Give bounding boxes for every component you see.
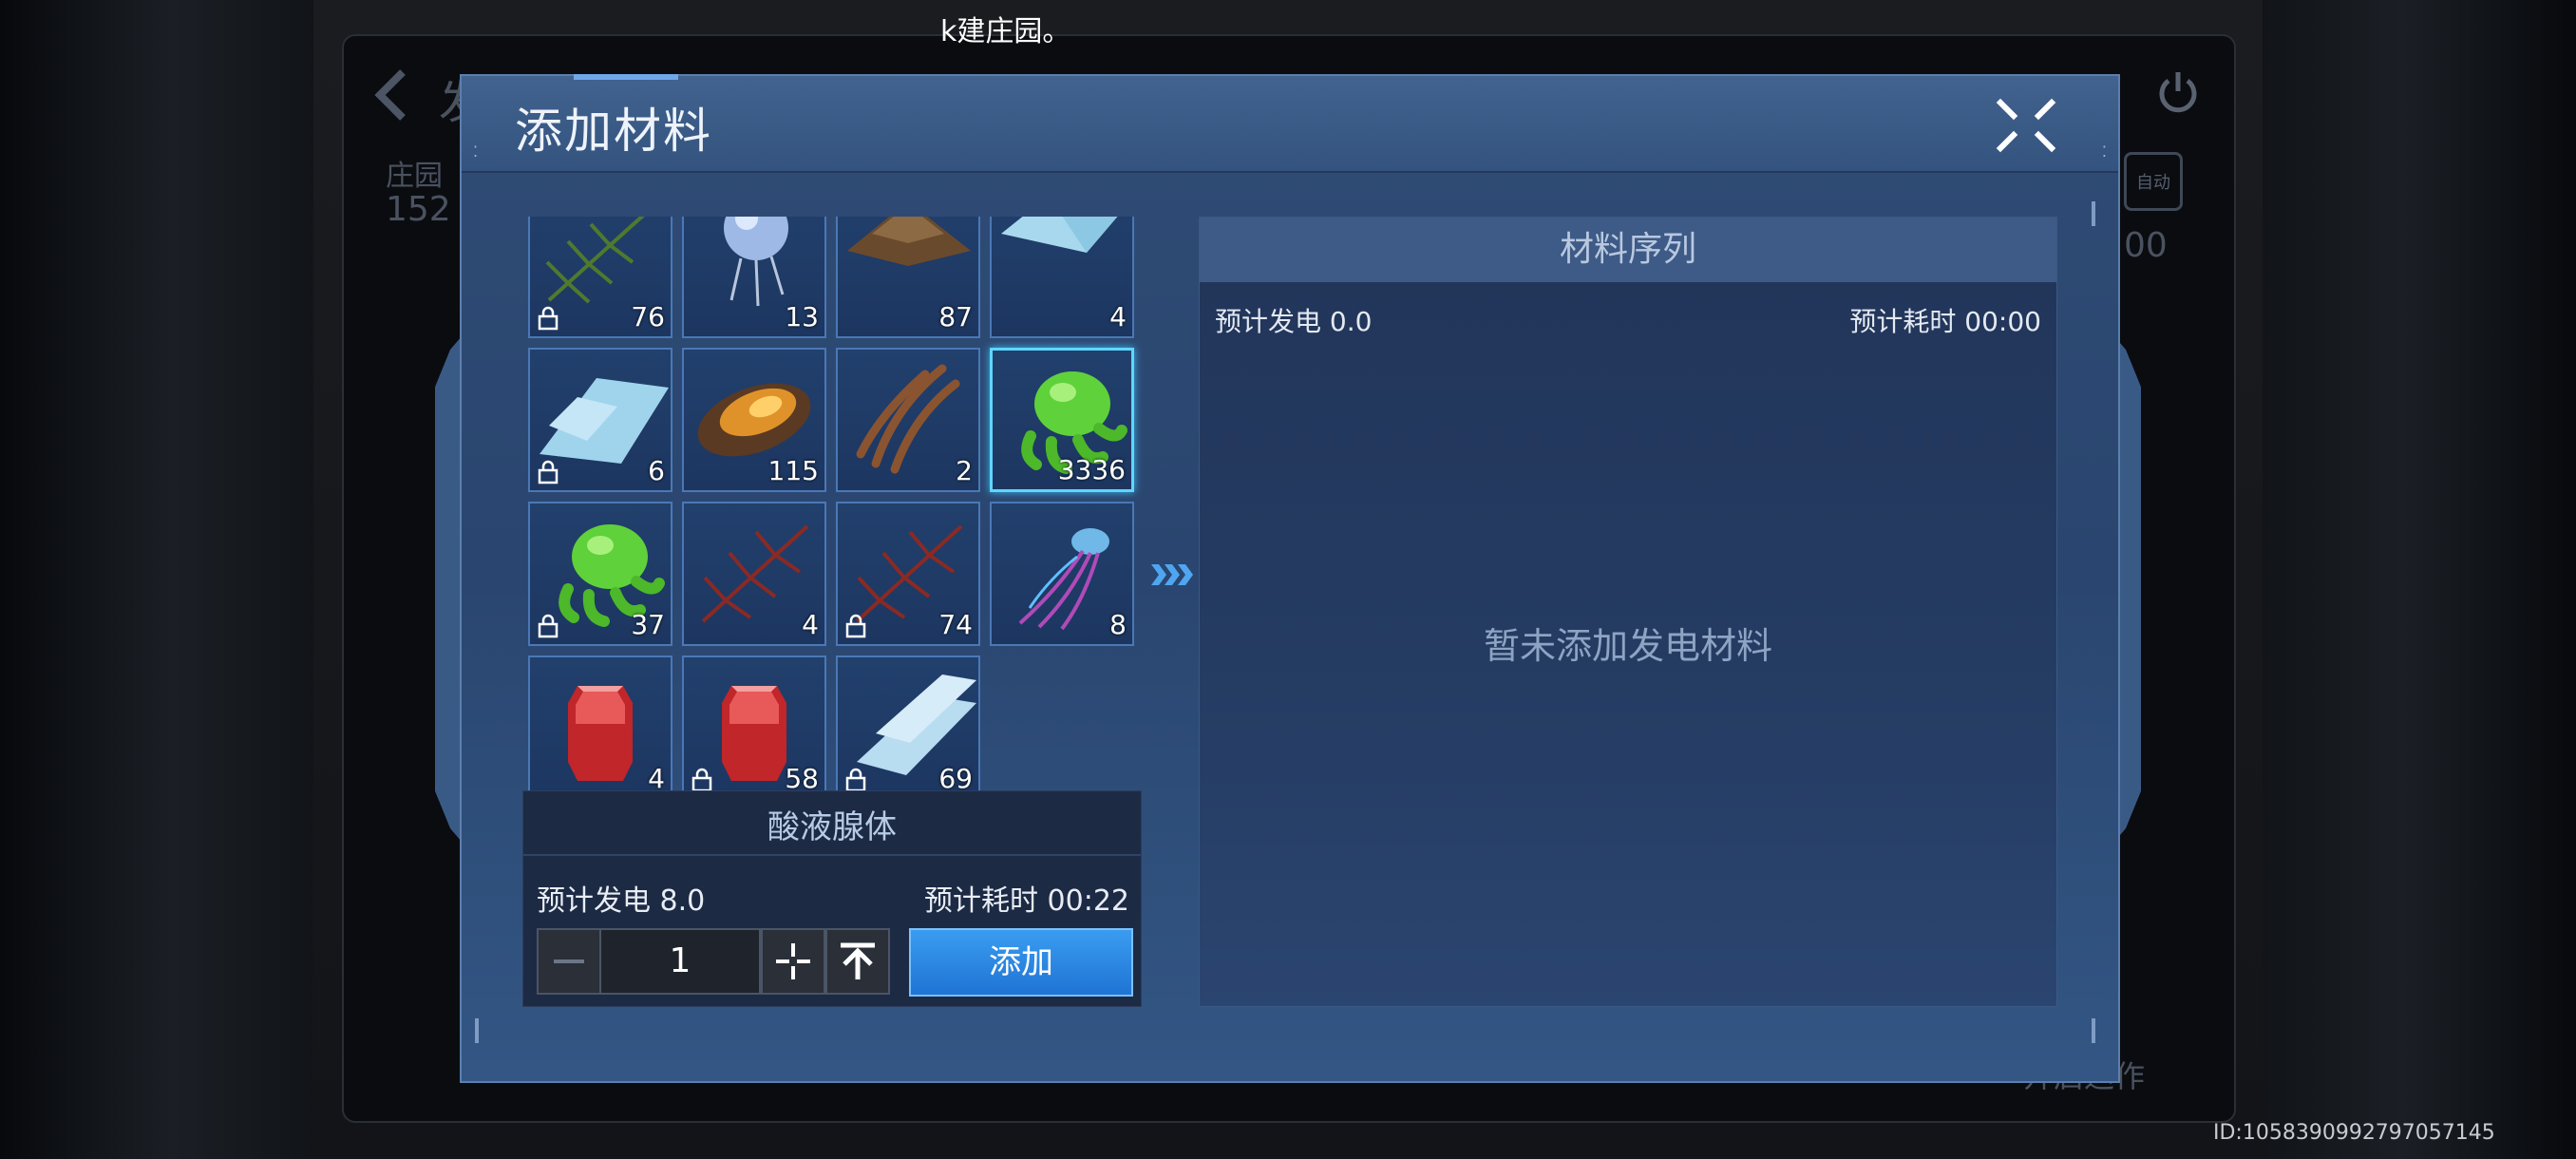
background-value: 152 bbox=[386, 190, 451, 229]
max-arrow-icon bbox=[841, 942, 875, 979]
scroll-marker bbox=[2092, 1018, 2095, 1043]
item-count: 4 bbox=[1109, 301, 1127, 332]
sequence-estimated-power: 预计发电 0.0 bbox=[1215, 306, 1373, 337]
material-item[interactable]: 74 bbox=[836, 502, 980, 646]
quantity-max-button[interactable] bbox=[825, 928, 890, 995]
material-item[interactable]: 13 bbox=[682, 217, 826, 338]
item-count: 2 bbox=[956, 455, 973, 486]
material-item[interactable]: 8 bbox=[990, 502, 1134, 646]
corner-decoration: ⁚ bbox=[2101, 142, 2107, 161]
quantity-decrease-button[interactable] bbox=[537, 928, 601, 995]
plus-icon bbox=[776, 943, 810, 979]
transfer-arrows-icon bbox=[1151, 564, 1193, 585]
auto-toggle-icon[interactable]: 自动 bbox=[2124, 152, 2183, 211]
add-button[interactable]: 添加 bbox=[909, 928, 1133, 997]
material-item[interactable]: 3336 bbox=[990, 348, 1134, 492]
header-accent bbox=[574, 74, 678, 80]
lock-icon bbox=[538, 306, 559, 331]
divider bbox=[523, 854, 1141, 856]
dialog-header: 添加材料 ⁚ ⁚ bbox=[462, 74, 2118, 173]
item-count: 74 bbox=[938, 609, 973, 640]
material-item[interactable]: 87 bbox=[836, 217, 980, 338]
background-label: 庄园 bbox=[386, 160, 443, 193]
lock-icon bbox=[845, 614, 866, 638]
material-item[interactable]: 4 bbox=[682, 502, 826, 646]
material-item[interactable]: 2 bbox=[836, 348, 980, 492]
material-grid-inner: 76 13 87 4 6 115 2 3336 37 4 74 8 4 58 69 bbox=[528, 217, 1134, 800]
estimated-power: 预计发电 8.0 bbox=[537, 884, 706, 918]
estimated-time: 预计耗时 00:22 bbox=[924, 884, 1129, 918]
player-id: ID:1058390992797057145 bbox=[2213, 1121, 2495, 1145]
quantity-input[interactable]: 1 bbox=[599, 928, 761, 995]
material-name: 酸液腺体 bbox=[767, 808, 897, 846]
material-item[interactable]: 4 bbox=[990, 217, 1134, 338]
item-count: 3336 bbox=[1057, 454, 1126, 485]
material-item[interactable]: 76 bbox=[528, 217, 672, 338]
background-right bbox=[2263, 0, 2576, 1159]
material-detail-panel: 酸液腺体 预计发电 8.0 预计耗时 00:22 1 添加 bbox=[522, 790, 1142, 1007]
item-count: 115 bbox=[767, 455, 819, 486]
material-item[interactable]: 58 bbox=[682, 656, 826, 800]
corner-decoration: ⁚ bbox=[473, 142, 479, 161]
material-grid[interactable]: 76 13 87 4 6 115 2 3336 37 4 74 8 4 58 69 bbox=[528, 217, 1151, 859]
background-left bbox=[0, 0, 313, 1159]
dialog-title: 添加材料 bbox=[515, 104, 712, 159]
material-item[interactable]: 4 bbox=[528, 656, 672, 800]
auto-label: 自动 bbox=[2136, 173, 2170, 193]
item-count: 13 bbox=[785, 301, 819, 332]
scroll-marker bbox=[2092, 201, 2095, 226]
toast-message: k建庄园。 bbox=[940, 8, 1070, 49]
material-item[interactable]: 37 bbox=[528, 502, 672, 646]
material-item[interactable]: 6 bbox=[528, 348, 672, 492]
power-icon[interactable] bbox=[2154, 68, 2202, 116]
material-item[interactable]: 115 bbox=[682, 348, 826, 492]
lock-icon bbox=[691, 768, 712, 792]
item-count: 8 bbox=[1109, 609, 1127, 640]
sequence-empty-message: 暂未添加发电材料 bbox=[1483, 625, 1772, 667]
material-item[interactable]: 69 bbox=[836, 656, 980, 800]
material-sequence-panel: 材料序列 预计发电 0.0 预计耗时 00:00 暂未添加发电材料 bbox=[1199, 217, 2057, 1007]
item-count: 4 bbox=[802, 609, 819, 640]
add-material-dialog: 添加材料 ⁚ ⁚ 76 13 87 4 6 115 2 3336 37 4 74 8 4 58 69 酸液腺… bbox=[460, 74, 2120, 1083]
background-time: 00 bbox=[2124, 226, 2168, 265]
toast-text: 建庄园。 bbox=[957, 15, 1071, 48]
item-count: 6 bbox=[648, 455, 665, 486]
lock-icon bbox=[538, 614, 559, 638]
sequence-title: 材料序列 bbox=[1200, 218, 2056, 282]
back-arrow-icon[interactable] bbox=[372, 66, 410, 124]
quantity-increase-button[interactable] bbox=[761, 928, 825, 995]
sequence-estimated-time: 预计耗时 00:00 bbox=[1849, 306, 2041, 337]
lock-icon bbox=[845, 768, 866, 792]
toast-fragment: k bbox=[940, 15, 957, 48]
lock-icon bbox=[538, 460, 559, 484]
item-count: 87 bbox=[938, 301, 973, 332]
item-count: 76 bbox=[631, 301, 665, 332]
item-count: 37 bbox=[631, 609, 665, 640]
scroll-marker bbox=[475, 1018, 479, 1043]
close-icon[interactable] bbox=[1993, 95, 2059, 156]
